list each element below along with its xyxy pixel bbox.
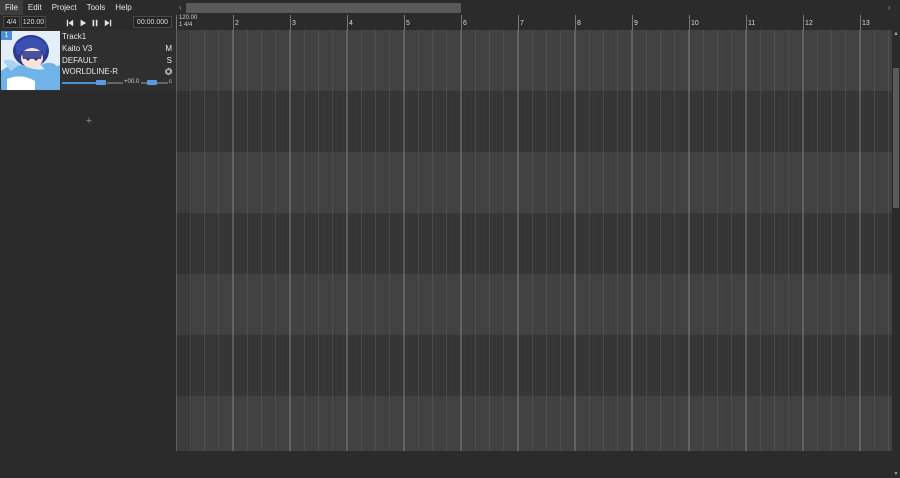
bar-tick — [575, 15, 576, 30]
horizontal-scrollbar[interactable]: ‹ › — [176, 0, 900, 15]
chevron-up-icon[interactable]: ▲ — [892, 30, 900, 38]
horizontal-scroll-thumb[interactable] — [186, 3, 461, 13]
bpm-field[interactable]: 120.00 — [21, 16, 46, 28]
play-icon — [80, 19, 86, 26]
bar-tick — [689, 15, 690, 30]
skip-to-start-button[interactable] — [64, 17, 75, 28]
chevron-right-icon[interactable]: › — [888, 3, 894, 12]
play-button[interactable] — [77, 17, 88, 28]
pause-icon — [92, 19, 97, 26]
solo-button[interactable]: S — [167, 56, 172, 66]
bar-number: 5 — [406, 20, 410, 27]
renderer-name[interactable]: WORLDLINE-R — [62, 67, 118, 77]
volume-readout: +00.0 — [124, 79, 140, 85]
plus-icon: + — [85, 115, 93, 127]
bar-number: 12 — [805, 20, 813, 27]
bar-tick — [233, 15, 234, 30]
menu-help[interactable]: Help — [110, 0, 136, 15]
menu-tools[interactable]: Tools — [82, 0, 111, 15]
bar-tick — [518, 15, 519, 30]
vertical-scroll-thumb[interactable] — [893, 68, 899, 208]
bar-number: 10 — [691, 20, 699, 27]
bar-tick — [746, 15, 747, 30]
bar-number: 13 — [862, 20, 870, 27]
bar-number: 7 — [520, 20, 524, 27]
bar-number: 4 — [349, 20, 353, 27]
track-header[interactable]: 1 Track1 Kaito V3 DEFAULT WORLDLINE-R M … — [0, 30, 176, 91]
volume-slider-handle[interactable] — [96, 80, 106, 85]
time-signature-field[interactable]: 4/4 — [3, 16, 20, 28]
bar-tick — [176, 15, 177, 30]
vertical-scrollbar[interactable]: ▲ ▼ — [892, 30, 900, 477]
bar-tick — [347, 15, 348, 30]
transport-bar: 4/4 120.00 00:00.000 — [0, 15, 176, 30]
add-track-button[interactable]: + — [84, 115, 94, 127]
mute-button[interactable]: M — [165, 44, 172, 54]
track-name[interactable]: Track1 — [62, 32, 86, 42]
track-grid[interactable] — [176, 30, 892, 451]
status-strip — [0, 451, 900, 472]
skip-forward-icon — [104, 19, 111, 26]
skip-to-end-button[interactable] — [102, 17, 113, 28]
menu-file[interactable]: File — [0, 0, 23, 15]
bar-tick — [860, 15, 861, 30]
timeline-ruler[interactable]: 120.00 1 4/4 2 3 4 5 6 7 8 9 10 11 12 13 — [176, 15, 892, 30]
bar-tick — [461, 15, 462, 30]
bar-number: 11 — [748, 20, 756, 27]
pan-slider-handle[interactable] — [147, 80, 157, 85]
bar-tick — [803, 15, 804, 30]
position-display: 00:00.000 — [133, 16, 172, 28]
pause-button[interactable] — [89, 17, 100, 28]
tempo-marker[interactable]: 120.00 — [179, 15, 197, 21]
bar-number: 2 — [235, 20, 239, 27]
menu-bar: File Edit Project Tools Help — [0, 0, 176, 15]
grid-lines — [176, 30, 889, 451]
bar-number: 8 — [577, 20, 581, 27]
skip-back-icon — [66, 19, 73, 26]
bar-number: 9 — [634, 20, 638, 27]
bar-tick — [632, 15, 633, 30]
gear-icon — [164, 67, 173, 76]
bar-tick — [290, 15, 291, 30]
phonemizer-name[interactable]: DEFAULT — [62, 56, 97, 66]
singer-name[interactable]: Kaito V3 — [62, 44, 92, 54]
volume-slider-remaining[interactable] — [107, 82, 123, 84]
menu-project[interactable]: Project — [47, 0, 82, 15]
bar-tick — [404, 15, 405, 30]
bar-number: 3 — [292, 20, 296, 27]
track-settings-button[interactable] — [164, 67, 173, 76]
track-number-badge: 1 — [1, 31, 12, 40]
time-signature-marker[interactable]: 1 4/4 — [179, 22, 192, 28]
menu-edit[interactable]: Edit — [23, 0, 47, 15]
bar-number: 6 — [463, 20, 467, 27]
pan-readout: c — [169, 79, 172, 85]
chevron-left-icon[interactable]: ‹ — [179, 3, 185, 12]
